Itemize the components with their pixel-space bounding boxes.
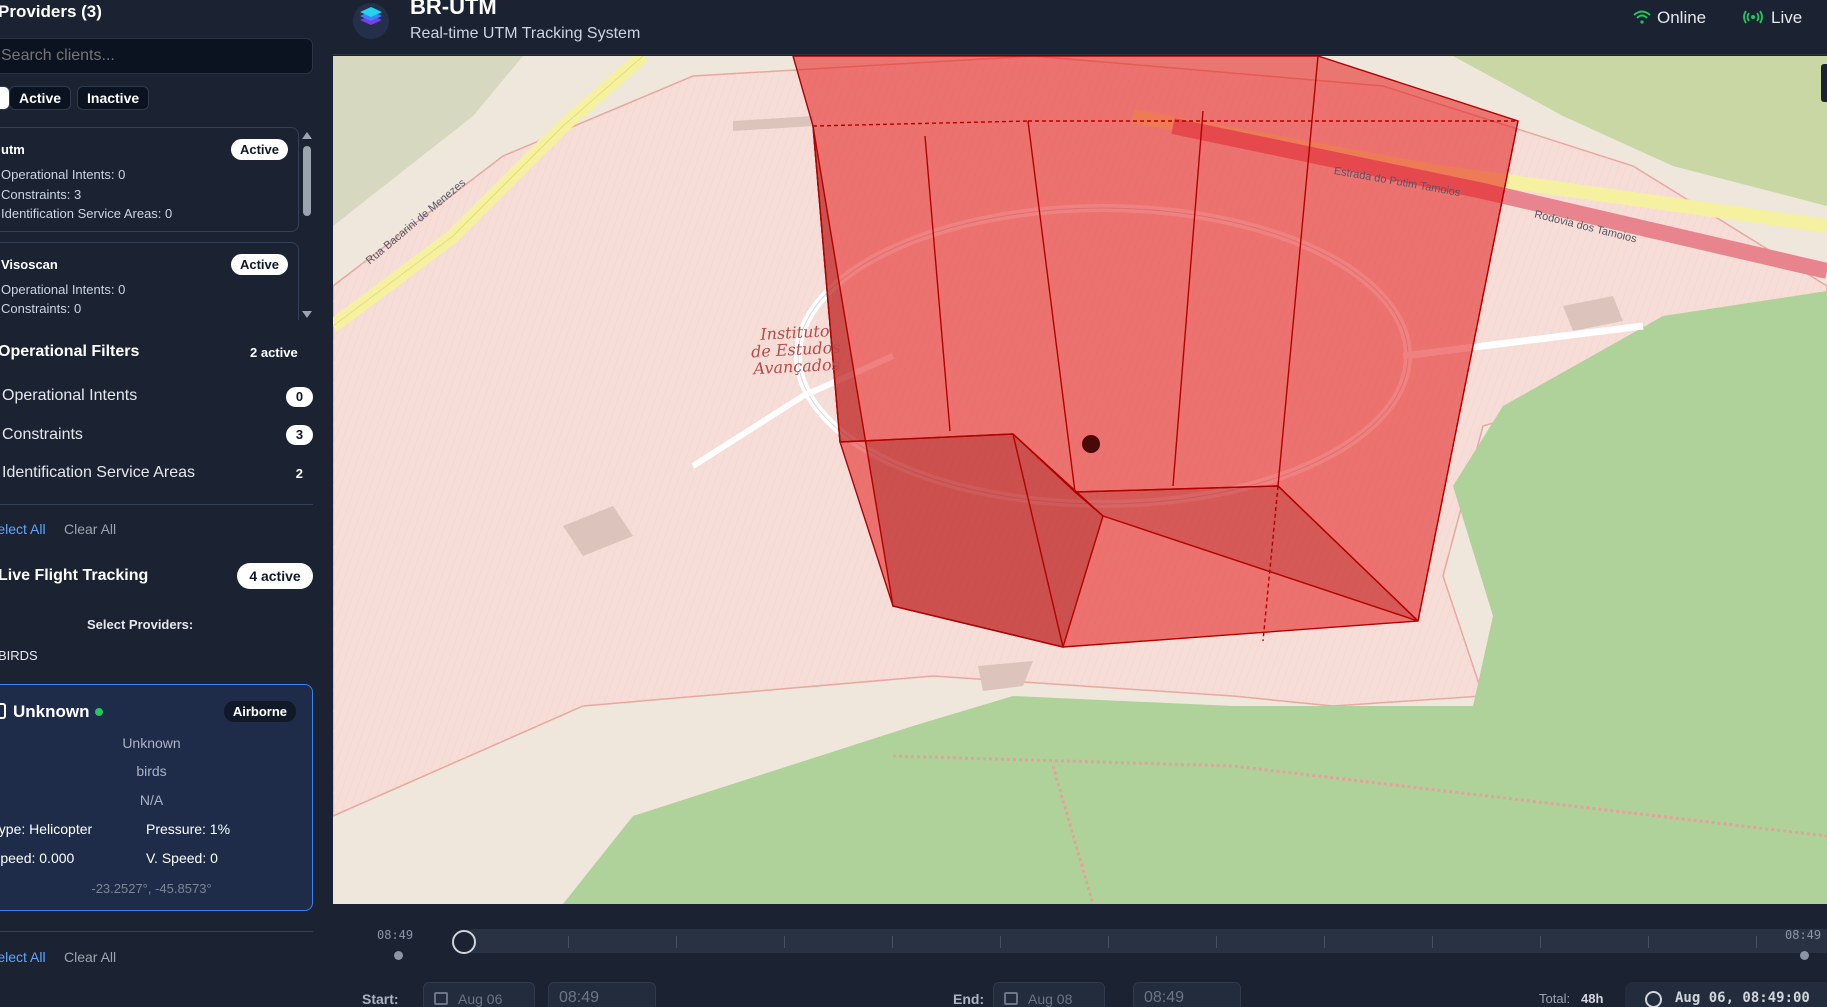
filter-identification-service-areas[interactable]: Identification Service Areas [2,464,195,482]
timeline-tick [676,936,677,948]
search-clients-input[interactable] [0,38,313,74]
filters-clear-all-link[interactable]: Clear All [64,521,116,537]
live-status: Live [1771,8,1803,27]
place-label: Instituto de Estudos Avançados [750,321,841,379]
flight-provider: birds [136,763,167,779]
flight-pressure: Pressure: 1% [146,821,231,837]
timeline-tick [1324,936,1325,948]
filter-constraints[interactable]: Constraints [2,426,83,444]
sidebar: Providers (3) Active Inactive utm Active… [0,0,333,1007]
scroll-down-arrow-icon[interactable] [302,311,312,318]
isa-count: 2 [295,466,303,481]
start-date-input[interactable]: Aug 06 [423,982,535,1007]
timeline-tick [1432,936,1433,948]
provider-birds-option[interactable]: BIRDS [0,648,38,663]
end-label: End: [953,991,985,1007]
app-title: BR-UTM [410,0,497,19]
end-date-input[interactable]: Aug 08 [993,982,1105,1007]
total-label: Total: [1539,991,1571,1006]
timeline-tick [568,936,569,948]
flight-identity: Unknown [122,735,181,751]
end-time-input[interactable]: 08:49 [1133,982,1241,1007]
flight-speed: Speed: 0.000 [0,850,75,866]
flight-title: Unknown [13,702,90,721]
timeline-start-dot [394,951,403,960]
providers-title: Providers (3) [0,2,102,21]
client-status-badge: Active [230,254,288,275]
flight-type: Type: Helicopter [0,821,93,837]
timeline-start-time: 08:49 [377,928,414,942]
scroll-thumb[interactable] [303,146,311,216]
client-stat: Constraints: 0 [1,301,82,316]
broadcast-icon [1743,10,1763,24]
timeline-tick [1756,936,1757,948]
map-canvas[interactable] [333,56,1827,904]
current-time-display: Aug 06, 08:49:00 [1625,982,1827,1007]
client-status-badge: Active [230,139,288,160]
client-card-utm[interactable]: utm Active Operational Intents: 0 Constr… [0,127,299,232]
tracking-clear-all-link[interactable]: Clear All [64,949,116,965]
live-flight-tracking-title: Live Flight Tracking [0,567,149,584]
timeline-track[interactable] [460,929,1827,953]
filters-select-all-link[interactable]: Select All [0,521,46,537]
divider [0,931,313,932]
client-stat: Constraints: 3 [1,187,82,202]
client-stat: Identification Service Areas: 0 [1,206,173,221]
filter-operational-intents[interactable]: Operational Intents [2,387,137,405]
timeline-tick [1216,936,1217,948]
start-label: Start: [362,991,399,1007]
tracking-select-all-link[interactable]: Select All [0,949,46,965]
scroll-up-arrow-icon[interactable] [302,132,312,139]
select-providers-label: Select Providers: [87,617,194,632]
timeline-tick [1648,936,1649,948]
timeline-tick [784,936,785,948]
layers-logo-icon [353,3,389,39]
flight-extra: N/A [139,792,164,808]
map-view[interactable]: Instituto de Estudos Avançados Rua Bacar… [333,56,1827,904]
filter-active-button[interactable]: Active [9,86,72,110]
client-name: utm [1,142,25,157]
app-subtitle: Real-time UTM Tracking System [410,25,641,42]
client-name: Visoscan [1,257,58,272]
timeline-tick [892,936,893,948]
flight-card[interactable]: Unknown Airborne Unknown birds N/A Type:… [0,684,313,911]
client-card-visoscan[interactable]: Visoscan Active Operational Intents: 0 C… [0,242,299,320]
timeline-end-time: 08:49 [1785,928,1822,942]
operational-filters-title: Operational Filters [0,343,140,360]
timeline-panel: 08:49 08:49 Start: Aug 06 08:49 End: Aug… [333,904,1827,1007]
live-tracking-count: 4 active [237,563,313,589]
start-time-input[interactable]: 08:49 [548,982,656,1007]
client-list: utm Active Operational Intents: 0 Constr… [0,127,299,320]
calendar-icon [1004,992,1018,1005]
wifi-icon [1633,10,1651,24]
client-stat: Operational Intents: 0 [1,282,126,297]
calendar-icon [434,992,448,1005]
client-stat: Operational Intents: 0 [1,167,126,182]
timeline-tick [1540,936,1541,948]
clock-icon [1645,991,1662,1007]
timeline-knob[interactable] [452,930,476,954]
airborne-badge: Airborne [223,701,296,722]
total-value: 48h [1581,991,1604,1006]
timeline-tick [1000,936,1001,948]
filter-inactive-button[interactable]: Inactive [77,86,150,110]
client-list-scrollbar[interactable] [300,128,314,320]
timeline-end-dot [1800,951,1809,960]
operational-intents-count: 0 [286,387,313,407]
constraints-count: 3 [286,425,313,445]
checkbox-icon[interactable] [0,703,6,719]
divider [0,504,313,505]
timeline-tick [1108,936,1109,948]
online-status: Online [1657,8,1707,27]
flight-coordinates: -23.2527°, -45.8573° [91,881,212,896]
flight-marker [1082,435,1100,453]
app-header: BR-UTM Real-time UTM Tracking System Onl… [333,0,1827,55]
live-status-dot-icon [95,708,103,716]
flight-vspeed: V. Speed: 0 [146,850,218,866]
constraint-volume [792,56,1519,648]
operational-filters-count: 2 active [250,345,298,360]
